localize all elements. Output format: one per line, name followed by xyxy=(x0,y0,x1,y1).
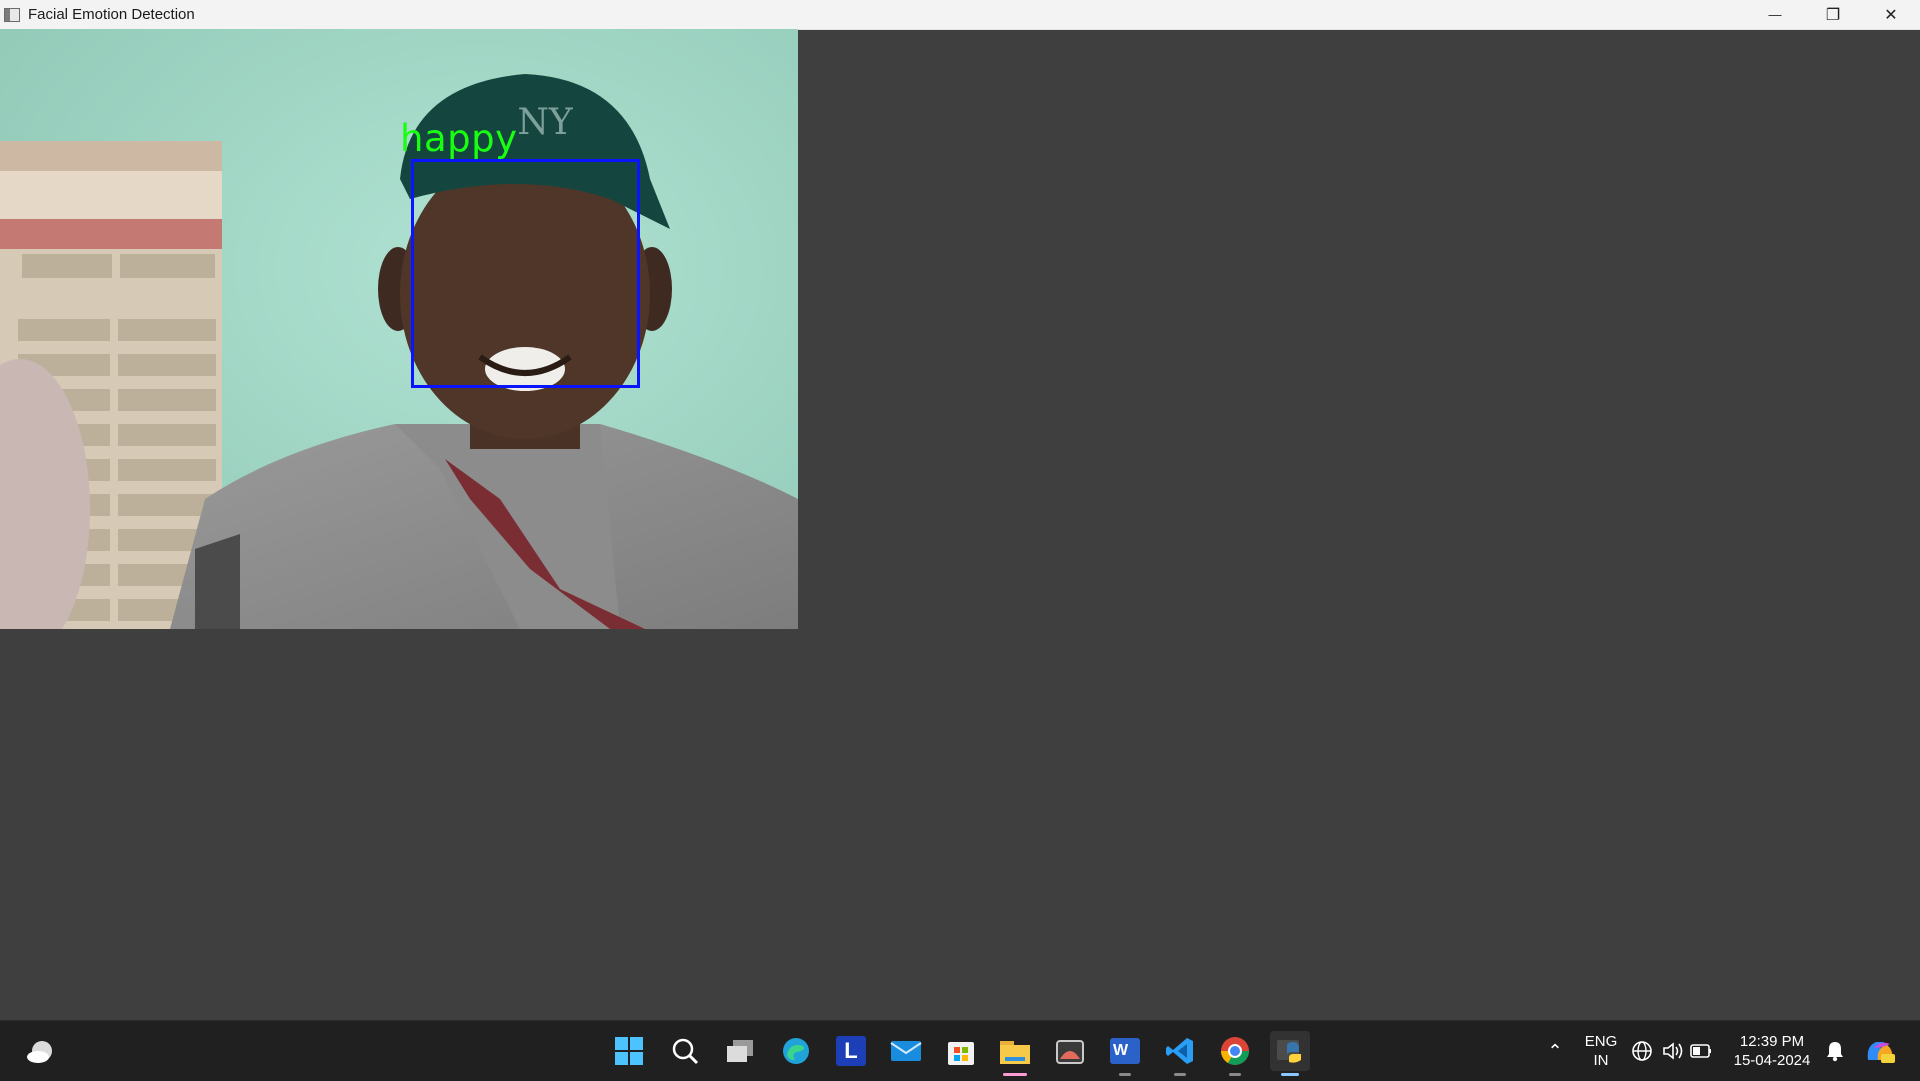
emotion-label: happy xyxy=(400,117,518,160)
chevron-up-icon: ⌃ xyxy=(1547,1040,1563,1061)
mail-button[interactable] xyxy=(886,1031,926,1071)
window-controls: — ❐ ✕ xyxy=(1746,0,1920,29)
file-explorer-button[interactable] xyxy=(995,1031,1035,1076)
taskbar: L W ⌃ ENG IN 12:39 PM 15-04-2024 xyxy=(0,1020,1920,1081)
mail-icon xyxy=(890,1041,922,1061)
weather-widget[interactable] xyxy=(21,1031,61,1071)
python-icon xyxy=(1277,1040,1301,1063)
word-icon: W xyxy=(1110,1038,1140,1064)
store-icon xyxy=(948,1042,974,1065)
vscode-indicator xyxy=(1174,1073,1186,1076)
l-app-button[interactable]: L xyxy=(831,1031,871,1071)
camera-frame: NY happy xyxy=(0,29,798,629)
chrome-indicator xyxy=(1229,1073,1241,1076)
python-button[interactable] xyxy=(1270,1031,1310,1076)
quick-settings-icons xyxy=(1632,1041,1711,1061)
clock-date: 15-04-2024 xyxy=(1733,1052,1811,1069)
chrome-icon xyxy=(1221,1037,1249,1065)
svg-text:NY: NY xyxy=(517,102,574,143)
task-view-button[interactable] xyxy=(720,1031,760,1071)
language-indicator[interactable]: ENG IN xyxy=(1580,1032,1622,1070)
bell-icon xyxy=(1827,1042,1843,1062)
copilot-button[interactable] xyxy=(1860,1031,1900,1071)
clock[interactable]: 12:39 PM 15-04-2024 xyxy=(1728,1032,1816,1070)
close-button[interactable]: ✕ xyxy=(1862,0,1920,29)
notifications-button[interactable] xyxy=(1815,1031,1855,1071)
photos-button[interactable] xyxy=(1050,1031,1090,1071)
face-bounding-box xyxy=(411,159,640,388)
quick-settings-button[interactable] xyxy=(1627,1031,1717,1071)
show-hidden-icons-button[interactable]: ⌃ xyxy=(1535,1031,1575,1071)
search-button[interactable] xyxy=(665,1031,705,1071)
clock-time: 12:39 PM xyxy=(1739,1033,1805,1050)
region-code: IN xyxy=(1593,1052,1609,1069)
file-explorer-indicator xyxy=(1003,1073,1027,1076)
copilot-icon xyxy=(1867,1042,1895,1063)
vscode-button[interactable] xyxy=(1160,1031,1200,1076)
start-icon xyxy=(615,1037,643,1065)
python-indicator xyxy=(1281,1073,1299,1076)
vscode-icon xyxy=(1166,1038,1193,1064)
edge-button[interactable] xyxy=(776,1031,816,1071)
close-icon: ✕ xyxy=(1884,6,1898,24)
word-button[interactable]: W xyxy=(1105,1031,1145,1076)
title-bar: Facial Emotion Detection — ❐ ✕ xyxy=(0,0,1920,30)
window-title: Facial Emotion Detection xyxy=(28,6,195,23)
l-app-glyph: L xyxy=(844,1038,858,1063)
network-icon xyxy=(1632,1041,1652,1061)
minimize-icon: — xyxy=(1768,7,1782,22)
app-icon xyxy=(4,7,20,22)
edge-icon xyxy=(783,1038,809,1064)
photos-icon xyxy=(1056,1040,1084,1064)
word-glyph: W xyxy=(1113,1042,1129,1059)
volume-icon xyxy=(1663,1042,1683,1060)
restore-icon: ❐ xyxy=(1825,6,1841,24)
restore-button[interactable]: ❐ xyxy=(1804,0,1862,29)
camera-image: NY xyxy=(0,29,798,629)
weather-icon xyxy=(27,1041,52,1063)
store-button[interactable] xyxy=(941,1031,981,1071)
l-app-icon: L xyxy=(836,1036,866,1066)
chrome-button[interactable] xyxy=(1215,1031,1255,1076)
language-code: ENG xyxy=(1584,1033,1618,1050)
word-indicator xyxy=(1119,1073,1131,1076)
start-button[interactable] xyxy=(609,1031,649,1071)
minimize-button[interactable]: — xyxy=(1746,0,1804,29)
file-explorer-icon xyxy=(1000,1041,1030,1064)
task-view-icon xyxy=(727,1040,753,1062)
search-icon xyxy=(672,1038,699,1065)
battery-icon xyxy=(1690,1044,1711,1058)
